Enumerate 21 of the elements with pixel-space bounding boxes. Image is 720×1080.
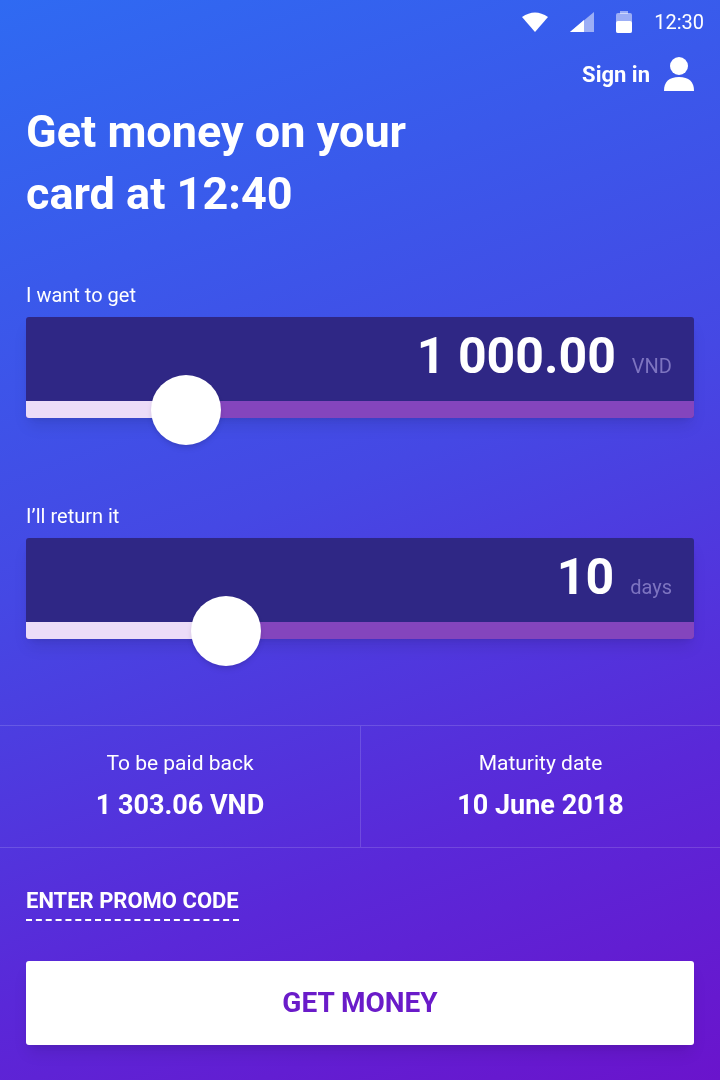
status-time: 12:30 xyxy=(654,9,704,36)
user-icon xyxy=(664,57,694,91)
wifi-icon xyxy=(522,12,549,32)
unit-label: VND xyxy=(631,353,672,380)
signal-icon xyxy=(570,12,595,32)
field-label: I want to get xyxy=(26,283,137,307)
page-title: Get money on your card at 12:40 xyxy=(26,104,408,222)
slider-value: 1 000.00 xyxy=(416,331,616,381)
slider-value: 10 xyxy=(556,552,615,602)
promo-code-link[interactable]: ENTER PROMO CODE xyxy=(26,884,239,921)
field-label: I’ll return it xyxy=(26,504,121,528)
get-money-button[interactable]: GET MONEY xyxy=(26,961,694,1045)
summary-label: Maturity date xyxy=(478,749,603,777)
summary-label: To be paid back xyxy=(106,749,254,777)
slider-card[interactable]: 10 days xyxy=(26,538,694,639)
summary-value: 10 June 2018 xyxy=(457,788,624,823)
unit-label: days xyxy=(630,574,672,601)
sign-in-button[interactable]: Sign in xyxy=(582,57,694,91)
battery-icon xyxy=(616,11,633,33)
summary-value: 1 303.06 VND xyxy=(95,788,265,823)
slider-card[interactable]: 1 000.00 VND xyxy=(26,317,694,418)
